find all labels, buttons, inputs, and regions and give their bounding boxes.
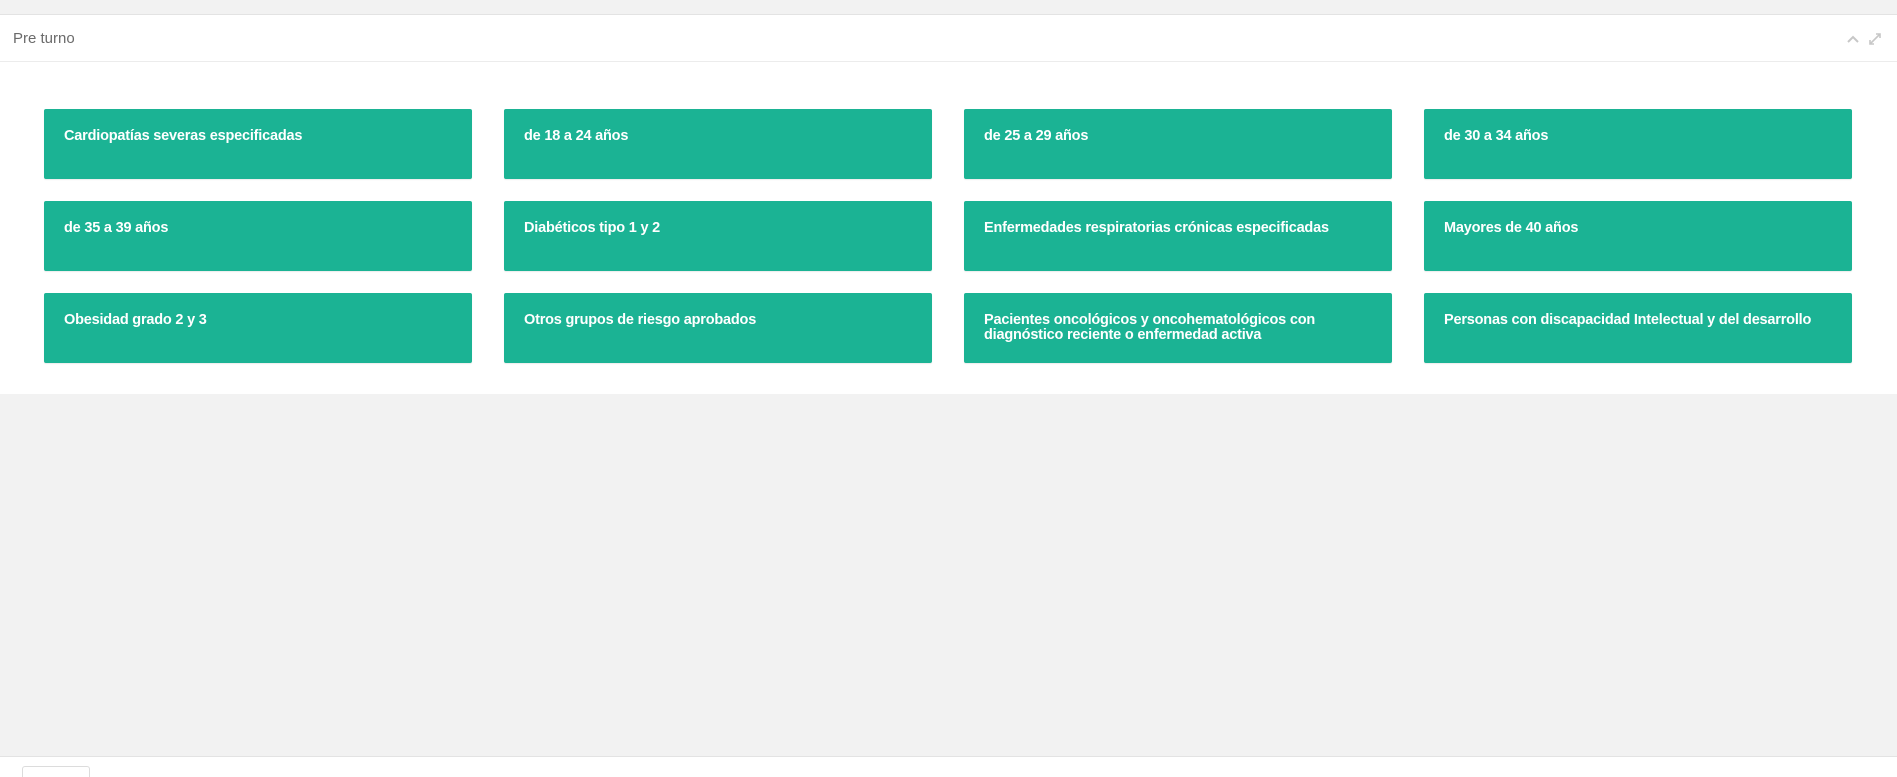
top-strip [0,0,1897,15]
chevron-up-icon[interactable] [1845,31,1861,47]
panel-title: Pre turno [13,30,75,47]
tile-cardiopatias[interactable]: Cardiopatías severas especificadas [44,109,472,179]
tile-label: de 30 a 34 años [1444,128,1549,144]
tile-35-39[interactable]: de 35 a 39 años [44,201,472,271]
tile-discapacidad[interactable]: Personas con discapacidad Intelectual y … [1424,293,1852,363]
tile-label: Enfermedades respiratorias crónicas espe… [984,220,1329,236]
expand-icon[interactable] [1867,31,1883,47]
tile-label: Otros grupos de riesgo aprobados [524,312,757,328]
tile-label: Cardiopatías severas especificadas [64,128,303,144]
tile-obesidad[interactable]: Obesidad grado 2 y 3 [44,293,472,363]
tile-label: de 18 a 24 años [524,128,629,144]
panel-tools [1845,31,1883,47]
tile-otros-grupos[interactable]: Otros grupos de riesgo aprobados [504,293,932,363]
tile-label: Pacientes oncológicos y oncohematológico… [984,312,1316,343]
tile-18-24[interactable]: de 18 a 24 años [504,109,932,179]
tile-mayores-40[interactable]: Mayores de 40 años [1424,201,1852,271]
tile-label: de 35 a 39 años [64,220,169,236]
tile-label: de 25 a 29 años [984,128,1089,144]
tile-grid: Cardiopatías severas especificadas de 18… [44,109,1852,363]
tile-label: Diabéticos tipo 1 y 2 [524,220,661,236]
tile-25-29[interactable]: de 25 a 29 años [964,109,1392,179]
pre-turno-panel: Pre turno Cardiopatías severas especific… [0,15,1897,394]
tile-label: Personas con discapacidad Intelectual y … [1444,312,1812,328]
tile-30-34[interactable]: de 30 a 34 años [1424,109,1852,179]
tile-oncologicos[interactable]: Pacientes oncológicos y oncohematológico… [964,293,1392,363]
panel-header: Pre turno [0,15,1897,62]
tile-diabeticos[interactable]: Diabéticos tipo 1 y 2 [504,201,932,271]
tile-respiratorias[interactable]: Enfermedades respiratorias crónicas espe… [964,201,1392,271]
footer-bar [0,757,1897,777]
tile-label: Mayores de 40 años [1444,220,1579,236]
footer-tab[interactable] [22,766,90,777]
tile-label: Obesidad grado 2 y 3 [64,312,207,328]
